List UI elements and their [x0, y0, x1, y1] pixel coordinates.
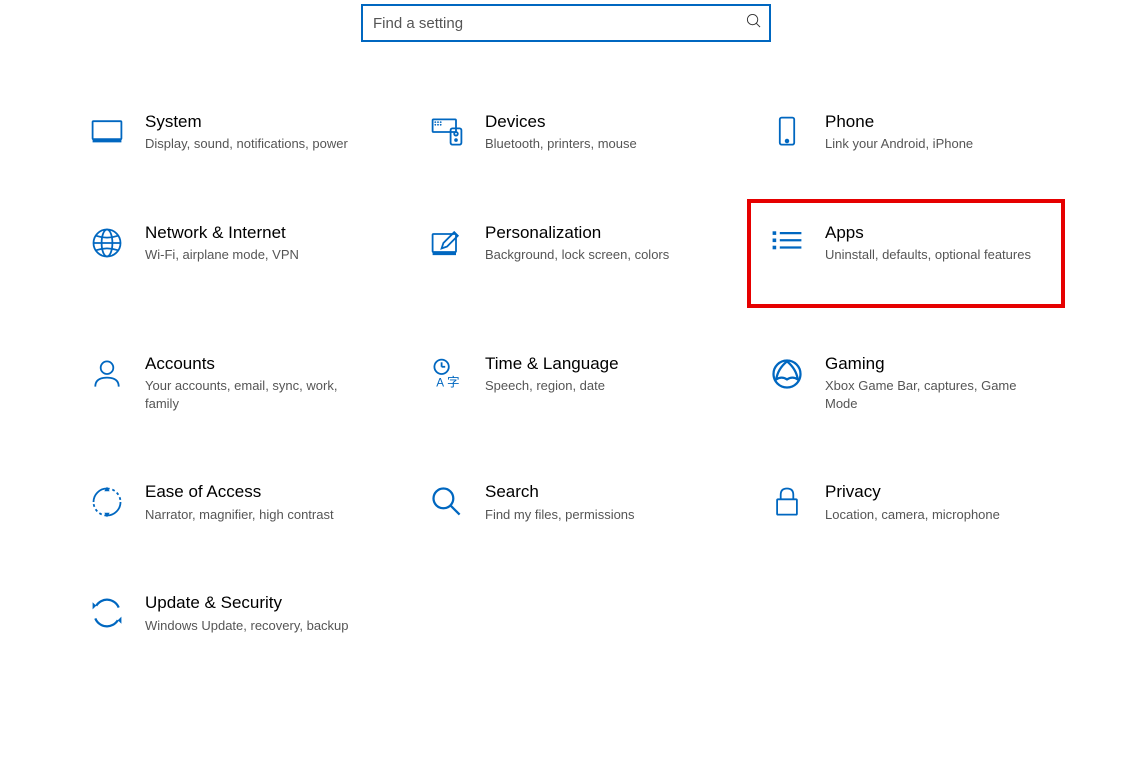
setting-desc: Your accounts, email, sync, work, family [145, 377, 363, 412]
setting-title: Personalization [485, 223, 703, 243]
setting-text: Time & Language Speech, region, date [485, 354, 703, 395]
setting-text: Update & Security Windows Update, recove… [145, 593, 363, 634]
setting-title: Devices [485, 112, 703, 132]
setting-network[interactable]: Network & Internet Wi-Fi, airplane mode,… [81, 213, 371, 294]
setting-system[interactable]: System Display, sound, notifications, po… [81, 102, 371, 163]
setting-personalization[interactable]: Personalization Background, lock screen,… [421, 213, 711, 294]
search-item-icon [429, 484, 465, 520]
setting-desc: Speech, region, date [485, 377, 703, 395]
apps-icon [769, 225, 805, 261]
setting-time[interactable]: A 字 Time & Language Speech, region, date [421, 344, 711, 422]
setting-text: Ease of Access Narrator, magnifier, high… [145, 482, 363, 523]
gaming-icon [769, 356, 805, 392]
setting-title: Ease of Access [145, 482, 363, 502]
setting-text: Apps Uninstall, defaults, optional featu… [825, 223, 1043, 264]
setting-desc: Windows Update, recovery, backup [145, 617, 363, 635]
setting-title: Time & Language [485, 354, 703, 374]
setting-text: Privacy Location, camera, microphone [825, 482, 1043, 523]
setting-privacy[interactable]: Privacy Location, camera, microphone [761, 472, 1051, 533]
privacy-icon [769, 484, 805, 520]
setting-text: Search Find my files, permissions [485, 482, 703, 523]
setting-text: Network & Internet Wi-Fi, airplane mode,… [145, 223, 363, 264]
setting-desc: Location, camera, microphone [825, 506, 1043, 524]
setting-title: Gaming [825, 354, 1043, 374]
setting-desc: Narrator, magnifier, high contrast [145, 506, 363, 524]
setting-desc: Wi-Fi, airplane mode, VPN [145, 246, 363, 264]
search-box[interactable] [361, 4, 771, 42]
network-icon [89, 225, 125, 261]
setting-devices[interactable]: Devices Bluetooth, printers, mouse [421, 102, 711, 163]
setting-text: Phone Link your Android, iPhone [825, 112, 1043, 153]
setting-title: Network & Internet [145, 223, 363, 243]
search-input[interactable] [371, 15, 746, 32]
setting-text: System Display, sound, notifications, po… [145, 112, 363, 153]
setting-desc: Background, lock screen, colors [485, 246, 703, 264]
setting-title: Phone [825, 112, 1043, 132]
accounts-icon [89, 356, 125, 392]
setting-desc: Find my files, permissions [485, 506, 703, 524]
personalization-icon [429, 225, 465, 261]
setting-title: System [145, 112, 363, 132]
setting-desc: Display, sound, notifications, power [145, 135, 363, 153]
system-icon [89, 114, 125, 150]
setting-title: Privacy [825, 482, 1043, 502]
setting-accounts[interactable]: Accounts Your accounts, email, sync, wor… [81, 344, 371, 422]
setting-text: Accounts Your accounts, email, sync, wor… [145, 354, 363, 412]
search-container [0, 0, 1132, 102]
setting-update[interactable]: Update & Security Windows Update, recove… [81, 583, 371, 644]
setting-title: Search [485, 482, 703, 502]
search-icon [746, 13, 761, 33]
settings-grid: System Display, sound, notifications, po… [0, 102, 1132, 644]
setting-text: Gaming Xbox Game Bar, captures, Game Mod… [825, 354, 1043, 412]
setting-text: Devices Bluetooth, printers, mouse [485, 112, 703, 153]
setting-gaming[interactable]: Gaming Xbox Game Bar, captures, Game Mod… [761, 344, 1051, 422]
setting-search[interactable]: Search Find my files, permissions [421, 472, 711, 533]
setting-desc: Link your Android, iPhone [825, 135, 1043, 153]
svg-text:A: A [436, 376, 444, 389]
update-icon [89, 595, 125, 631]
time-icon: A 字 [429, 356, 465, 392]
devices-icon [429, 114, 465, 150]
setting-title: Update & Security [145, 593, 363, 613]
setting-title: Accounts [145, 354, 363, 374]
setting-title: Apps [825, 223, 1043, 243]
setting-text: Personalization Background, lock screen,… [485, 223, 703, 264]
svg-text:字: 字 [447, 375, 460, 389]
setting-ease[interactable]: Ease of Access Narrator, magnifier, high… [81, 472, 371, 533]
setting-desc: Xbox Game Bar, captures, Game Mode [825, 377, 1043, 412]
setting-desc: Uninstall, defaults, optional features [825, 246, 1043, 264]
ease-icon [89, 484, 125, 520]
phone-icon [769, 114, 805, 150]
setting-phone[interactable]: Phone Link your Android, iPhone [761, 102, 1051, 163]
setting-desc: Bluetooth, printers, mouse [485, 135, 703, 153]
setting-apps[interactable]: Apps Uninstall, defaults, optional featu… [761, 213, 1051, 294]
